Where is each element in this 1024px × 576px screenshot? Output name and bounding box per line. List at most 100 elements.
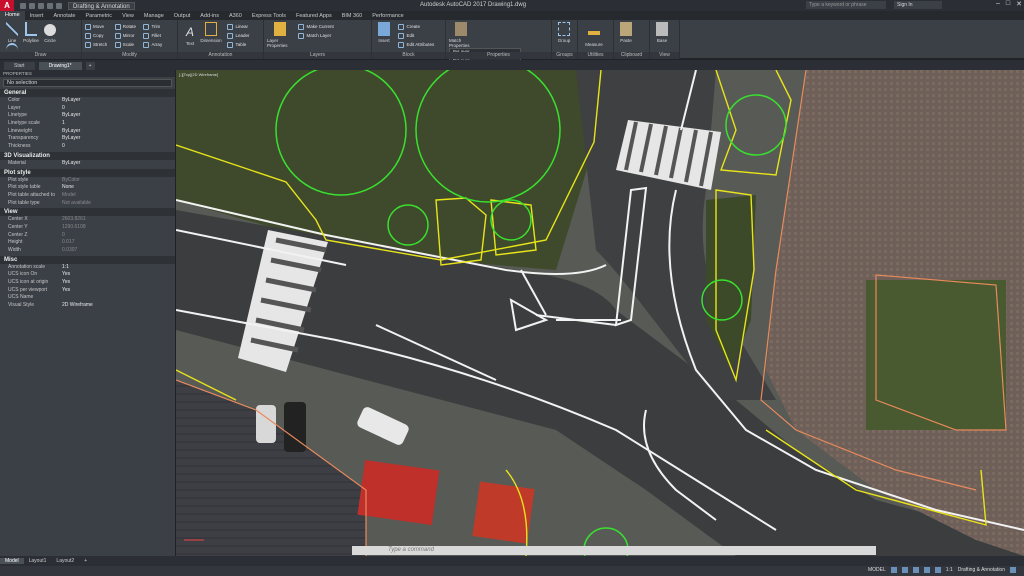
property-row[interactable]: UCS per viewport Yes [0, 287, 175, 295]
base-view-tool[interactable]: Base [653, 22, 671, 43]
properties-panel-label[interactable]: Properties [446, 52, 551, 59]
minimize-icon[interactable]: – [996, 0, 1000, 8]
property-row[interactable]: Linetype ByLayer [0, 112, 175, 120]
section-header[interactable]: 3D Visualization [0, 151, 175, 160]
property-row[interactable]: Plot table type Not available [0, 200, 175, 208]
property-value[interactable]: Yes [62, 287, 70, 295]
property-value[interactable]: ByLayer [62, 160, 80, 168]
save-icon[interactable] [38, 2, 44, 9]
tab-drawing1[interactable]: Drawing1* [38, 62, 82, 70]
property-value[interactable]: 0 [62, 105, 65, 113]
redo-icon[interactable] [56, 2, 62, 9]
workspace-switch[interactable]: Drafting & Annotation [958, 567, 1005, 573]
grid-icon[interactable] [890, 567, 897, 573]
property-value[interactable]: 0.017 [62, 239, 75, 247]
measure-tool[interactable]: Measure [581, 26, 607, 47]
create-block-tool[interactable]: Create [398, 22, 434, 31]
section-header[interactable]: View [0, 208, 175, 217]
match-layer-tool[interactable]: Match Layer [298, 31, 333, 40]
modify-panel-label[interactable]: Modify [82, 52, 177, 59]
section-header[interactable]: Plot style [0, 168, 175, 177]
search-input[interactable]: Type a keyword or phrase [806, 1, 886, 9]
edit-block-tool[interactable]: Edit [398, 31, 434, 40]
tab-output[interactable]: Output [169, 13, 196, 19]
section-header[interactable]: General [0, 89, 175, 97]
circle-tool[interactable]: Circle [41, 24, 59, 43]
tab-insert[interactable]: Insert [25, 13, 49, 19]
paste-tool[interactable]: Paste [617, 22, 635, 43]
property-row[interactable]: Material ByLayer [0, 160, 175, 168]
insert-block-tool[interactable]: Insert [375, 22, 393, 43]
property-row[interactable]: Height 0.017 [0, 239, 175, 247]
property-value[interactable]: 1 [62, 120, 65, 128]
tab-express-tools[interactable]: Express Tools [247, 13, 291, 19]
table-tool[interactable]: Table [227, 40, 249, 49]
block-panel-label[interactable]: Block [372, 52, 445, 59]
property-value[interactable]: ByLayer [62, 135, 80, 143]
tab-performance[interactable]: Performance [367, 13, 409, 19]
dimension-tool[interactable]: Dimension [200, 22, 222, 43]
polyline-tool[interactable]: Polyline [22, 22, 40, 43]
tab-home[interactable]: Home [0, 11, 25, 20]
ortho-icon[interactable] [912, 567, 919, 573]
property-row[interactable]: UCS Name [0, 294, 175, 302]
property-row[interactable]: Plot style ByColor [0, 177, 175, 185]
property-row[interactable]: Thickness 0 [0, 143, 175, 151]
property-value[interactable]: Yes [62, 279, 70, 287]
property-value[interactable]: 1290.6108 [62, 224, 86, 232]
polar-icon[interactable] [923, 567, 930, 573]
property-row[interactable]: Visual Style 2D Wireframe [0, 302, 175, 310]
tab-start[interactable]: Start [4, 62, 35, 70]
draw-panel-label[interactable]: Draw [0, 52, 81, 59]
make-current-tool[interactable]: Make Current [298, 22, 334, 31]
tab-model[interactable]: Model [0, 558, 24, 564]
add-layout-icon[interactable]: + [79, 558, 92, 564]
property-row[interactable]: Plot style table None [0, 184, 175, 192]
tab-layout2[interactable]: Layout2 [51, 558, 79, 564]
tab-a360[interactable]: A360 [224, 13, 247, 19]
view-panel-label[interactable]: View [650, 52, 679, 59]
property-row[interactable]: Width 0.0307 [0, 247, 175, 255]
customize-icon[interactable] [1010, 567, 1016, 573]
property-value[interactable]: 0.0307 [62, 247, 77, 255]
groups-panel-label[interactable]: Groups [552, 52, 577, 59]
section-header[interactable]: Misc [0, 255, 175, 264]
match-properties-tool[interactable]: Match Properties [449, 22, 473, 48]
property-value[interactable]: 0 [62, 232, 65, 240]
annotation-scale[interactable]: 1:1 [946, 567, 953, 573]
property-value[interactable]: ByLayer [62, 128, 80, 136]
property-row[interactable]: Transparency ByLayer [0, 135, 175, 143]
line-tool[interactable]: Line [3, 22, 21, 43]
property-row[interactable]: UCS icon at origin Yes [0, 279, 175, 287]
mirror-tool[interactable]: Mirror [114, 31, 136, 40]
tab-view[interactable]: View [117, 13, 139, 19]
edit-attributes-tool[interactable]: Edit Attributes [398, 40, 434, 49]
property-value[interactable]: 1:1 [62, 264, 69, 272]
autocad-logo-icon[interactable]: A [0, 0, 14, 11]
linear-tool[interactable]: Linear [227, 22, 249, 31]
property-row[interactable]: Layer 0 [0, 105, 175, 113]
move-tool[interactable]: Move [85, 22, 107, 31]
text-tool[interactable]: A Text [181, 25, 199, 46]
property-value[interactable]: Yes [62, 271, 70, 279]
property-row[interactable]: Lineweight ByLayer [0, 128, 175, 136]
property-value[interactable]: ByColor [62, 177, 80, 185]
property-row[interactable]: Center X 2603.8261 [0, 216, 175, 224]
copy-tool[interactable]: Copy [85, 31, 107, 40]
close-icon[interactable]: ✕ [1016, 0, 1022, 8]
tab-layout1[interactable]: Layout1 [24, 558, 52, 564]
property-value[interactable]: Not available [62, 200, 91, 208]
layers-panel-label[interactable]: Layers [264, 52, 371, 59]
property-value[interactable]: ByLayer [62, 97, 80, 105]
layer-properties-tool[interactable]: Layer Properties [267, 22, 293, 48]
tab-annotate[interactable]: Annotate [48, 13, 80, 19]
property-value[interactable]: 2603.8261 [62, 216, 86, 224]
leader-tool[interactable]: Leader [227, 31, 249, 40]
annotation-panel-label[interactable]: Annotation [178, 52, 263, 59]
rotate-tool[interactable]: Rotate [114, 22, 136, 31]
osnap-icon[interactable] [934, 567, 941, 573]
utilities-panel-label[interactable]: Utilities [578, 52, 613, 59]
signin-button[interactable]: Sign In [894, 1, 942, 9]
tab-addins[interactable]: Add-ins [195, 13, 224, 19]
tab-manage[interactable]: Manage [139, 13, 169, 19]
